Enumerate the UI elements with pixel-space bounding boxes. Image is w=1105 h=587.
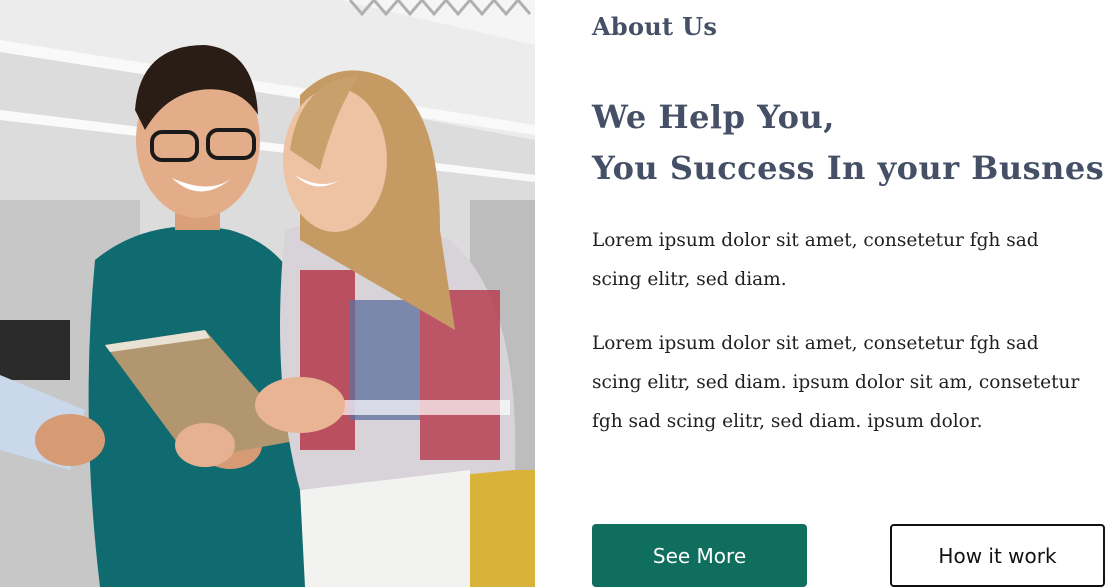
- about-section: About Us We Help You, You Success In you…: [592, 0, 1105, 587]
- detail-paragraph: Lorem ipsum dolor sit amet, consetetur f…: [592, 333, 1080, 432]
- headline-line-2: You Success In your Busness: [592, 149, 1105, 187]
- section-headline: We Help You, You Success In your Busness: [592, 92, 1105, 194]
- hero-photo: [0, 0, 535, 587]
- how-it-work-button[interactable]: How it work: [890, 524, 1105, 587]
- office-colleagues-illustration: [0, 0, 535, 587]
- see-more-button[interactable]: See More: [592, 524, 807, 587]
- section-eyebrow: About Us: [592, 12, 718, 41]
- headline-line-1: We Help You,: [592, 98, 835, 136]
- intro-paragraph: Lorem ipsum dolor sit amet, consetetur f…: [592, 230, 1039, 290]
